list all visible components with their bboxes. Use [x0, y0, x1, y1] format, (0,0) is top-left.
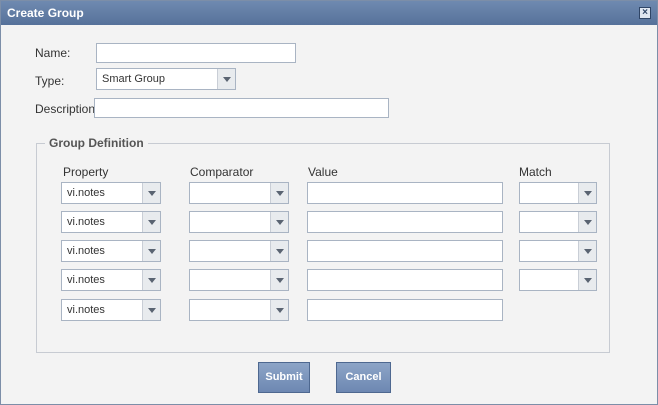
cancel-button[interactable]: Cancel [336, 362, 391, 393]
type-select[interactable]: Smart Group [96, 68, 236, 90]
property-select-value: vi.notes [67, 304, 105, 316]
property-select[interactable]: vi.notes [61, 299, 161, 321]
chevron-down-icon [142, 270, 160, 290]
comparator-header: Comparator [190, 165, 254, 179]
chevron-down-icon [578, 241, 596, 261]
value-input[interactable] [307, 240, 503, 262]
property-select-value: vi.notes [67, 245, 105, 257]
property-header: Property [63, 165, 109, 179]
chevron-down-icon [142, 212, 160, 232]
value-header: Value [308, 165, 338, 179]
property-select-value: vi.notes [67, 187, 105, 199]
name-input[interactable] [96, 43, 296, 63]
chevron-down-icon [270, 183, 288, 203]
submit-button[interactable]: Submit [258, 362, 310, 393]
value-input[interactable] [307, 182, 503, 204]
property-select-value: vi.notes [67, 274, 105, 286]
property-select[interactable]: vi.notes [61, 240, 161, 262]
group-definition-legend: Group Definition [49, 136, 144, 150]
chevron-down-icon [578, 212, 596, 232]
match-header: Match [519, 165, 552, 179]
chevron-down-icon [217, 69, 235, 89]
description-input[interactable] [94, 98, 389, 118]
close-icon[interactable]: × [639, 7, 651, 19]
name-label: Name: [35, 46, 71, 60]
chevron-down-icon [270, 270, 288, 290]
match-select[interactable] [519, 269, 597, 291]
chevron-down-icon [578, 270, 596, 290]
type-select-value: Smart Group [102, 73, 165, 85]
property-select[interactable]: vi.notes [61, 211, 161, 233]
chevron-down-icon [142, 183, 160, 203]
value-input[interactable] [307, 211, 503, 233]
type-label: Type: [35, 74, 65, 88]
chevron-down-icon [142, 300, 160, 320]
dialog-title: Create Group [1, 1, 657, 25]
description-label: Description [35, 102, 96, 116]
chevron-down-icon [270, 300, 288, 320]
property-select-value: vi.notes [67, 216, 105, 228]
chevron-down-icon [270, 212, 288, 232]
comparator-select[interactable] [189, 182, 289, 204]
chevron-down-icon [142, 241, 160, 261]
match-select[interactable] [519, 211, 597, 233]
match-select[interactable] [519, 240, 597, 262]
comparator-select[interactable] [189, 211, 289, 233]
property-select[interactable]: vi.notes [61, 182, 161, 204]
property-select[interactable]: vi.notes [61, 269, 161, 291]
create-group-dialog: Create Group × Name: Type: Smart Group D… [0, 0, 658, 405]
comparator-select[interactable] [189, 269, 289, 291]
chevron-down-icon [270, 241, 288, 261]
chevron-down-icon [578, 183, 596, 203]
comparator-select[interactable] [189, 240, 289, 262]
value-input[interactable] [307, 269, 503, 291]
match-select[interactable] [519, 182, 597, 204]
comparator-select[interactable] [189, 299, 289, 321]
value-input[interactable] [307, 299, 503, 321]
